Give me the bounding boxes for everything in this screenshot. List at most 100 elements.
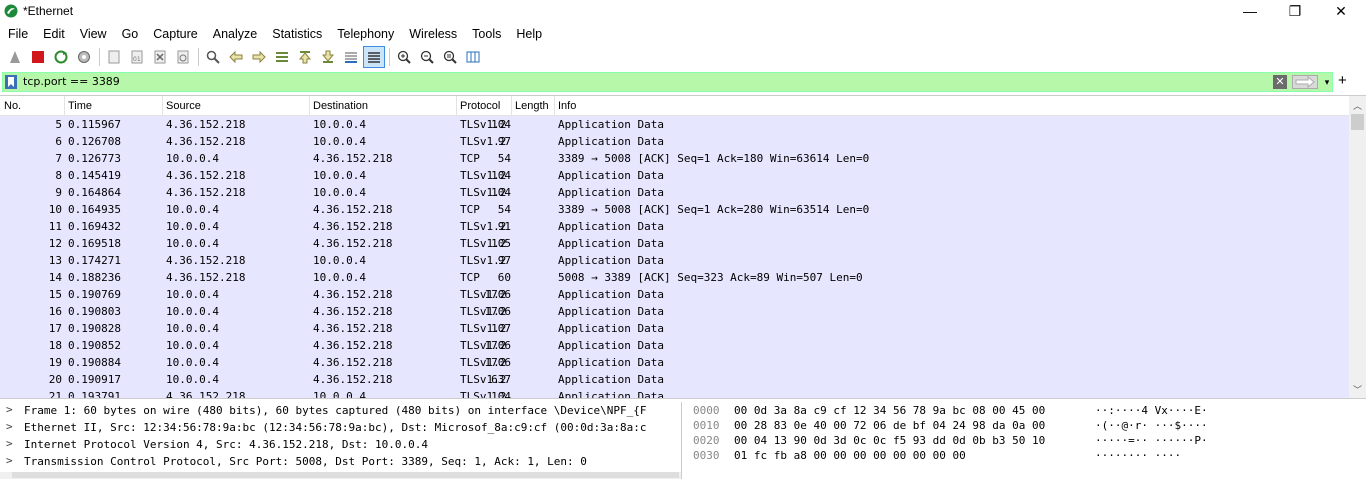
table-row[interactable]: 5 0.115967 4.36.152.218 10.0.0.4 TLSv1.2 104 A… [0, 116, 1349, 133]
menu-capture[interactable]: Capture [145, 27, 204, 41]
tree-item-tcp[interactable]: > Transmission Control Protocol, Src Por… [0, 453, 681, 470]
zoom-in-icon[interactable] [394, 47, 414, 67]
cell-length: 104 [491, 118, 511, 131]
table-row[interactable]: 15 0.190769 10.0.0.4 4.36.152.218 TLSv1.2 170… [0, 286, 1349, 303]
menu-statistics[interactable]: Statistics [264, 27, 329, 41]
start-capture-icon[interactable] [5, 47, 25, 67]
close-file-icon[interactable] [150, 47, 170, 67]
chevron-right-icon[interactable]: > [6, 437, 13, 450]
table-row[interactable]: 6 0.126708 4.36.152.218 10.0.0.4 TLSv1.2 97 Ap… [0, 133, 1349, 150]
capture-options-icon[interactable] [74, 47, 94, 67]
maximize-button[interactable]: ❐ [1272, 0, 1318, 22]
menu-help[interactable]: Help [508, 27, 549, 41]
menu-file[interactable]: File [0, 27, 35, 41]
cell-info: Application Data [558, 118, 664, 131]
table-row[interactable]: 21 0.193791 4.36.152.218 10.0.0.4 TLSv1.2 104… [0, 388, 1349, 398]
go-last-icon[interactable] [318, 47, 338, 67]
clear-filter-icon[interactable]: ✕ [1273, 75, 1287, 89]
table-row[interactable]: 11 0.169432 10.0.0.4 4.36.152.218 TLSv1.2 91 A… [0, 218, 1349, 235]
zoom-normal-icon[interactable] [440, 47, 460, 67]
tree-item-ip[interactable]: > Internet Protocol Version 4, Src: 4.36… [0, 436, 681, 453]
resize-columns-icon[interactable] [463, 47, 483, 67]
column-time[interactable]: Time [68, 100, 92, 112]
cell-no: 18 [48, 339, 62, 352]
table-row[interactable]: 18 0.190852 10.0.0.4 4.36.152.218 TLSv1.2 170… [0, 337, 1349, 354]
close-window-button[interactable]: ✕ [1318, 0, 1364, 22]
open-file-icon[interactable] [104, 47, 124, 67]
filter-history-dropdown[interactable]: ▾ [1321, 75, 1333, 89]
cell-destination: 4.36.152.218 [313, 220, 393, 233]
hex-row: 0000 00 0d 3a 8a c9 cf 12 34 56 78 9a bc… [693, 404, 1208, 417]
tree-item-ethernet[interactable]: > Ethernet II, Src: 12:34:56:78:9a:bc (1… [0, 419, 681, 436]
restart-capture-icon[interactable] [51, 47, 71, 67]
menu-go[interactable]: Go [114, 27, 146, 41]
table-row[interactable]: 7 0.126773 10.0.0.4 4.36.152.218 TCP 54 3389 →… [0, 150, 1349, 167]
table-row[interactable]: 8 0.145419 4.36.152.218 10.0.0.4 TLSv1.2 104 A… [0, 167, 1349, 184]
autoscroll-icon[interactable] [341, 47, 361, 67]
toolbar-separator [99, 48, 100, 66]
scroll-up-icon[interactable]: ︿ [1353, 99, 1362, 112]
menu-tools[interactable]: Tools [464, 27, 508, 41]
table-row[interactable]: 10 0.164935 10.0.0.4 4.36.152.218 TCP 54 3389 … [0, 201, 1349, 218]
stop-capture-icon[interactable] [28, 47, 48, 67]
menu-wireless[interactable]: Wireless [401, 27, 464, 41]
menu-analyze[interactable]: Analyze [205, 27, 264, 41]
column-protocol[interactable]: Protocol [460, 100, 500, 112]
tree-item-frame[interactable]: > Frame 1: 60 bytes on wire (480 bits), … [0, 402, 681, 419]
find-packet-icon[interactable] [203, 47, 223, 67]
column-divider[interactable] [162, 96, 163, 115]
menu-view[interactable]: View [72, 27, 114, 41]
column-divider[interactable] [456, 96, 457, 115]
reload-file-icon[interactable] [173, 47, 193, 67]
add-filter-button[interactable]: + [1338, 72, 1347, 89]
column-divider[interactable] [511, 96, 512, 115]
arrow-right-icon [1295, 75, 1315, 89]
column-length[interactable]: Length [515, 100, 549, 112]
menu-edit[interactable]: Edit [35, 27, 72, 41]
table-row[interactable]: 13 0.174271 4.36.152.218 10.0.0.4 TLSv1.2 97 A… [0, 252, 1349, 269]
table-row[interactable]: 20 0.190917 10.0.0.4 4.36.152.218 TLSv1.2 637… [0, 371, 1349, 388]
chevron-right-icon[interactable]: > [6, 403, 13, 416]
table-row[interactable]: 9 0.164864 4.36.152.218 10.0.0.4 TLSv1.2 104 A… [0, 184, 1349, 201]
table-row[interactable]: 12 0.169518 10.0.0.4 4.36.152.218 TLSv1.2 105… [0, 235, 1349, 252]
scrollbar-thumb[interactable] [12, 472, 679, 478]
colorize-icon[interactable] [363, 46, 385, 68]
cell-source: 4.36.152.218 [166, 135, 246, 148]
column-no[interactable]: No. [4, 100, 21, 112]
column-info[interactable]: Info [558, 100, 576, 112]
packet-list-scrollbar[interactable]: ︿ ﹀ [1349, 96, 1366, 398]
chevron-right-icon[interactable]: > [6, 420, 13, 433]
column-divider[interactable] [309, 96, 310, 115]
apply-filter-button[interactable] [1292, 75, 1318, 89]
details-horizontal-scrollbar[interactable] [0, 472, 681, 479]
minimize-button[interactable]: — [1227, 0, 1273, 22]
column-divider[interactable] [554, 96, 555, 115]
cell-info: 3389 → 5008 [ACK] Seq=1 Ack=180 Win=6361… [558, 152, 870, 165]
scroll-down-icon[interactable]: ﹀ [1353, 383, 1362, 396]
table-row[interactable]: 16 0.190803 10.0.0.4 4.36.152.218 TLSv1.2 170… [0, 303, 1349, 320]
toolbar-separator [389, 48, 390, 66]
go-first-icon[interactable] [295, 47, 315, 67]
go-back-icon[interactable] [226, 47, 246, 67]
scrollbar-thumb[interactable] [1351, 114, 1364, 130]
chevron-right-icon[interactable]: > [6, 454, 13, 467]
table-row[interactable]: 14 0.188236 4.36.152.218 10.0.0.4 TCP 60 5008 … [0, 269, 1349, 286]
title-bar: *Ethernet — ❐ ✕ [0, 0, 1366, 23]
table-row[interactable]: 17 0.190828 10.0.0.4 4.36.152.218 TLSv1.2 107… [0, 320, 1349, 337]
table-row[interactable]: 19 0.190884 10.0.0.4 4.36.152.218 TLSv1.2 170… [0, 354, 1349, 371]
cell-source: 4.36.152.218 [166, 118, 246, 131]
column-divider[interactable] [64, 96, 65, 115]
display-filter-input[interactable]: tcp.port == 3389 [23, 75, 120, 88]
wireshark-logo-icon [4, 4, 18, 18]
column-destination[interactable]: Destination [313, 100, 368, 112]
bookmark-icon[interactable] [5, 75, 17, 89]
go-to-packet-icon[interactable] [272, 47, 292, 67]
save-file-icon[interactable]: 01 [127, 47, 147, 67]
cell-length: 97 [497, 135, 511, 148]
zoom-out-icon[interactable] [417, 47, 437, 67]
menu-telephony[interactable]: Telephony [329, 27, 401, 41]
cell-length: 1706 [484, 305, 512, 318]
go-forward-icon[interactable] [249, 47, 269, 67]
column-source[interactable]: Source [166, 100, 201, 112]
main-toolbar: 01 [0, 45, 1366, 69]
